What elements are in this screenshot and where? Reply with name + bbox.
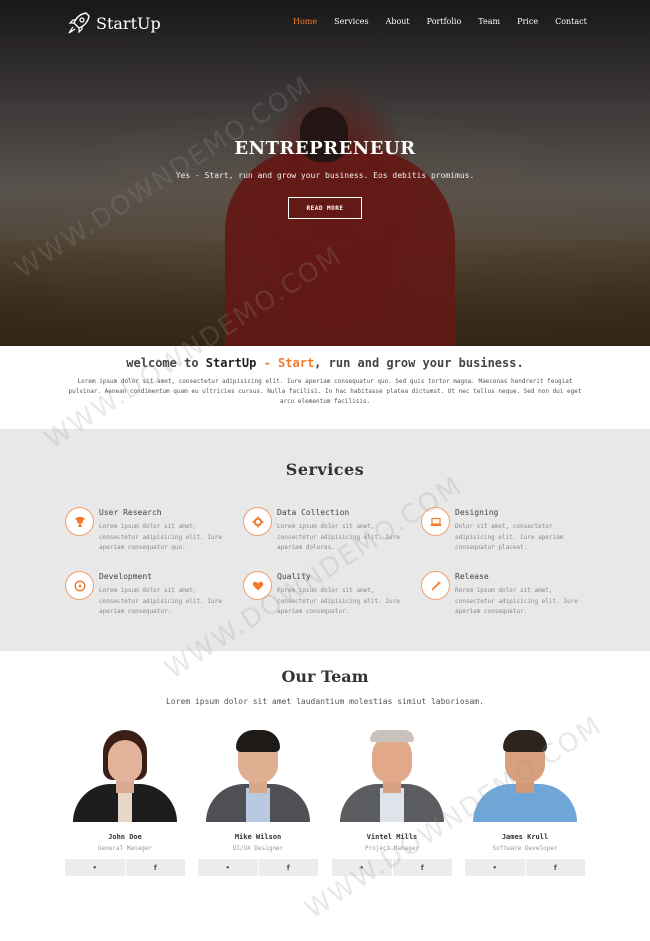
member-role: Software Developer (492, 845, 558, 852)
hero-subtitle: Yes - Start, run and grow your business.… (175, 171, 475, 180)
brand-logo[interactable]: StartUp (66, 10, 161, 36)
welcome-brand: StartUp (205, 356, 257, 370)
service-item-development: Development Lorem ipsum dolor sit amet, … (65, 571, 235, 623)
member-name: Mike Wilson (234, 833, 282, 841)
services-section: Services User Research Lorem ipsum dolor… (0, 429, 650, 651)
service-item-designing: Designing Dolor sit amet, consectetur ad… (421, 507, 591, 559)
laptop-icon (430, 517, 441, 526)
service-icon-circle (421, 507, 450, 536)
welcome-prefix: welcome to (126, 356, 206, 370)
service-desc: Dolor sit amet, consectetur adipisicing … (455, 523, 564, 551)
team-subtitle: Lorem ipsum dolor sit amet laudantium mo… (166, 697, 484, 706)
service-title: Quality (277, 572, 311, 581)
twitter-icon[interactable]: • (332, 859, 392, 876)
service-item-release: Release Rorem ipsum dolor sit amet, cons… (421, 571, 591, 623)
team-section: Our Team Lorem ipsum dolor sit amet laud… (0, 651, 650, 941)
brand-name: StartUp (96, 13, 161, 33)
nav-portfolio[interactable]: Portfolio (427, 17, 462, 26)
member-photo (332, 727, 452, 822)
twitter-icon[interactable]: • (198, 859, 258, 876)
service-item-quality: Quality Forem ipsum dolor sit amet, cons… (243, 571, 413, 623)
member-role: General Manager (97, 845, 153, 852)
hero-title: ENTREPRENEUR (234, 138, 416, 159)
top-navbar: StartUp Home Services About Portfolio Te… (0, 0, 650, 45)
service-icon-circle (421, 571, 450, 600)
nav-price[interactable]: Price (517, 17, 538, 26)
twitter-icon[interactable]: • (465, 859, 525, 876)
service-desc: Lorem ipsum dolor sit amet, consectetur … (99, 523, 222, 551)
nav-team[interactable]: Team (478, 17, 500, 26)
team-member-card: James Krull Software Developer • f (465, 727, 585, 902)
facebook-icon[interactable]: f (124, 859, 185, 876)
heart-icon (252, 581, 263, 590)
service-desc: Lorem ipsum dolor sit amet, consectetur … (277, 523, 400, 551)
member-name: John Doe (108, 833, 142, 841)
member-social-links: • f (465, 859, 585, 876)
member-photo (198, 727, 318, 822)
services-title: Services (285, 460, 365, 479)
nav-contact[interactable]: Contact (555, 17, 587, 26)
service-desc: Forem ipsum dolor sit amet, consectetur … (277, 587, 400, 615)
nav-home[interactable]: Home (293, 17, 317, 26)
service-item-data-collection: Data Collection Lorem ipsum dolor sit am… (243, 507, 413, 559)
read-more-button[interactable]: READ MORE (288, 197, 362, 219)
service-title: Data Collection (277, 508, 350, 517)
facebook-icon[interactable]: f (524, 859, 585, 876)
nav-about[interactable]: About (386, 17, 410, 26)
main-menu: Home Services About Portfolio Team Price… (293, 17, 587, 26)
service-desc: Lorem ipsum dolor sit amet, consectetur … (99, 587, 222, 615)
service-title: Release (455, 572, 489, 581)
member-social-links: • f (198, 859, 318, 876)
member-photo (465, 727, 585, 822)
service-title: Development (99, 572, 152, 581)
welcome-section: welcome to StartUp - Start, run and grow… (0, 346, 650, 429)
wand-icon (430, 580, 441, 591)
service-title: Designing (455, 508, 499, 517)
rocket-icon (68, 12, 90, 34)
service-icon-circle (65, 507, 94, 536)
welcome-text: Lorem ipsum dolor sit amet, consectetur … (68, 378, 582, 405)
member-name: Vintel Mills (366, 833, 418, 841)
member-role: UI/UX Designer (232, 845, 284, 852)
member-name: James Krull (501, 833, 549, 841)
member-photo (65, 727, 185, 822)
team-member-card: John Doe General Manager • f (65, 727, 185, 902)
service-desc: Rorem ipsum dolor sit amet, consectetur … (455, 587, 578, 615)
nav-services[interactable]: Services (334, 17, 368, 26)
member-social-links: • f (332, 859, 452, 876)
welcome-title: welcome to StartUp - Start, run and grow… (0, 356, 650, 370)
service-icon-circle (243, 507, 272, 536)
facebook-icon[interactable]: f (257, 859, 318, 876)
hero-section: StartUp Home Services About Portfolio Te… (0, 0, 650, 346)
team-member-card: Mike Wilson UI/UX Designer • f (198, 727, 318, 902)
team-title: Our Team (281, 667, 369, 686)
member-social-links: • f (65, 859, 185, 876)
welcome-highlight: Start (278, 356, 315, 370)
facebook-icon[interactable]: f (391, 859, 452, 876)
trophy-icon (74, 516, 85, 527)
welcome-dash: - (256, 356, 279, 370)
team-member-card: Vintel Mills Project Manager • f (332, 727, 452, 902)
service-icon-circle (65, 571, 94, 600)
clock-icon (73, 579, 86, 592)
service-icon-circle (243, 571, 272, 600)
twitter-icon[interactable]: • (65, 859, 125, 876)
welcome-suffix: , run and grow your business. (314, 356, 524, 370)
member-role: Project Manager (364, 845, 420, 852)
service-title: User Research (99, 508, 162, 517)
gear-icon (252, 516, 263, 527)
service-item-user-research: User Research Lorem ipsum dolor sit amet… (65, 507, 235, 559)
